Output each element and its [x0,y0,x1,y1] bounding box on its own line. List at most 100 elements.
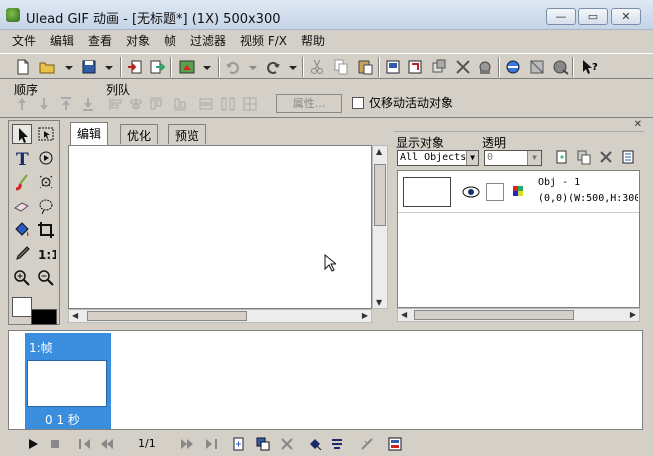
actual-size-tool-icon[interactable]: 1:1 [36,244,56,264]
show-objects-select[interactable]: All Objects ▼ [397,150,479,166]
copy-icon[interactable] [332,58,350,76]
background-color-swatch[interactable] [12,297,32,317]
crop-tool-icon[interactable] [36,220,56,240]
close-button[interactable]: ✕ [611,8,641,25]
previous-frame-icon[interactable] [100,437,114,451]
redo-dropdown-icon[interactable] [284,58,302,76]
maximize-button[interactable]: ▭ [578,8,608,25]
reverse-frames-icon[interactable] [330,437,344,451]
duplicate-frame-icon[interactable] [256,437,270,451]
align-bottom-icon[interactable] [172,96,188,112]
object-list-horizontal-scrollbar[interactable]: ◀ ▶ [397,308,640,322]
fill-tool-icon[interactable] [12,220,32,240]
export-icon[interactable] [148,58,166,76]
canvas-size-icon[interactable] [406,58,424,76]
play-icon[interactable] [26,437,40,451]
save-icon[interactable] [80,58,98,76]
menu-filter[interactable]: 过滤器 [190,32,226,49]
image-editor-icon[interactable] [178,58,196,76]
tab-optimize[interactable]: 优化 [120,124,159,144]
properties-button[interactable]: 属性... [276,94,342,113]
magic-wand-tool-icon[interactable] [36,148,56,168]
menu-view[interactable]: 查看 [88,32,112,49]
next-frame-icon[interactable] [180,437,194,451]
zoom-out-tool-icon[interactable] [36,268,56,288]
paste-icon[interactable] [356,58,374,76]
transform-icon[interactable] [476,58,494,76]
lasso-tool-icon[interactable] [36,172,56,192]
open-file-icon[interactable] [38,58,56,76]
fit-icon[interactable] [454,58,472,76]
new-object-icon[interactable] [554,149,570,165]
horizontal-scroll-thumb[interactable] [87,311,247,321]
menu-frame[interactable]: 帧 [164,32,176,49]
undo-icon[interactable] [224,58,242,76]
last-frame-icon[interactable] [204,437,218,451]
bring-to-front-icon[interactable] [58,96,74,112]
chevron-down-icon[interactable]: ▼ [466,151,478,165]
undo-dropdown-icon[interactable] [244,58,262,76]
open-dropdown-icon[interactable] [60,58,78,76]
pick-tool-icon[interactable] [12,124,32,144]
frame-panel-options-icon[interactable] [388,437,402,451]
new-file-icon[interactable] [14,58,32,76]
vertical-scroll-thumb[interactable] [374,164,386,226]
optimize-wizard-icon[interactable] [528,58,546,76]
import-icon[interactable] [126,58,144,76]
editor-vertical-scrollbar[interactable]: ▲ ▼ [372,145,388,309]
object-panel-close-icon[interactable]: ✕ [634,119,642,130]
object-lock-toggle[interactable] [486,183,504,201]
move-active-only-checkbox[interactable] [352,97,364,109]
menu-edit[interactable]: 编辑 [50,32,74,49]
crop-canvas-icon[interactable] [384,58,402,76]
paintbrush-tool-icon[interactable] [12,172,32,192]
frame-item[interactable]: 1:帧 0 1 秒 [25,333,111,429]
menu-file[interactable]: 文件 [12,32,36,49]
add-frame-icon[interactable] [232,437,246,451]
object-row[interactable]: Obj - 1 (0,0)(W:500,H:300) [398,171,639,213]
send-backward-icon[interactable] [36,96,52,112]
distribute-horizontal-icon[interactable] [220,96,236,112]
marquee-tool-icon[interactable] [36,124,56,144]
eyedropper-tool-icon[interactable] [12,244,32,264]
image-editor-dropdown-icon[interactable] [198,58,216,76]
foreground-color-swatch[interactable] [31,309,57,325]
delete-frame-icon[interactable] [280,437,294,451]
delete-object-icon[interactable] [598,149,614,165]
browser-preview-icon[interactable] [504,58,522,76]
menu-help[interactable]: 帮助 [301,32,325,49]
canvas-area[interactable] [68,145,372,309]
distribute-both-icon[interactable] [242,96,258,112]
opacity-dropdown-icon[interactable]: ▼ [527,151,541,165]
tab-preview[interactable]: 预览 [168,124,207,144]
banner-text-icon[interactable] [552,58,570,76]
distribute-vertical-icon[interactable] [198,96,214,112]
first-frame-icon[interactable] [78,437,92,451]
menu-video-fx[interactable]: 视频 F/X [240,32,287,49]
align-center-icon[interactable] [128,96,144,112]
zoom-in-tool-icon[interactable] [12,268,32,288]
ellipse-select-tool-icon[interactable] [36,196,56,216]
tween-icon[interactable] [308,437,322,451]
redo-icon[interactable] [264,58,282,76]
cut-icon[interactable] [308,58,326,76]
bring-forward-icon[interactable] [14,96,30,112]
text-tool-icon[interactable]: T [12,148,32,168]
object-scroll-thumb[interactable] [414,310,574,320]
menu-object[interactable]: 对象 [126,32,150,49]
opacity-spinner[interactable]: 0 ▼ [484,150,542,166]
tab-edit[interactable]: 编辑 [70,122,109,146]
stop-icon[interactable] [48,437,62,451]
align-left-icon[interactable] [108,96,124,112]
minimize-button[interactable]: — [546,8,576,25]
duplicate-object-icon[interactable] [576,149,592,165]
help-pointer-icon[interactable]: ? [580,58,598,76]
editor-horizontal-scrollbar[interactable]: ◀ ▶ [68,309,372,323]
eye-icon[interactable] [462,185,480,199]
send-to-back-icon[interactable] [80,96,96,112]
save-dropdown-icon[interactable] [100,58,118,76]
frame-properties-icon[interactable] [360,437,374,451]
eraser-tool-icon[interactable] [12,196,32,216]
align-top-icon[interactable] [148,96,164,112]
resize-image-icon[interactable] [430,58,448,76]
